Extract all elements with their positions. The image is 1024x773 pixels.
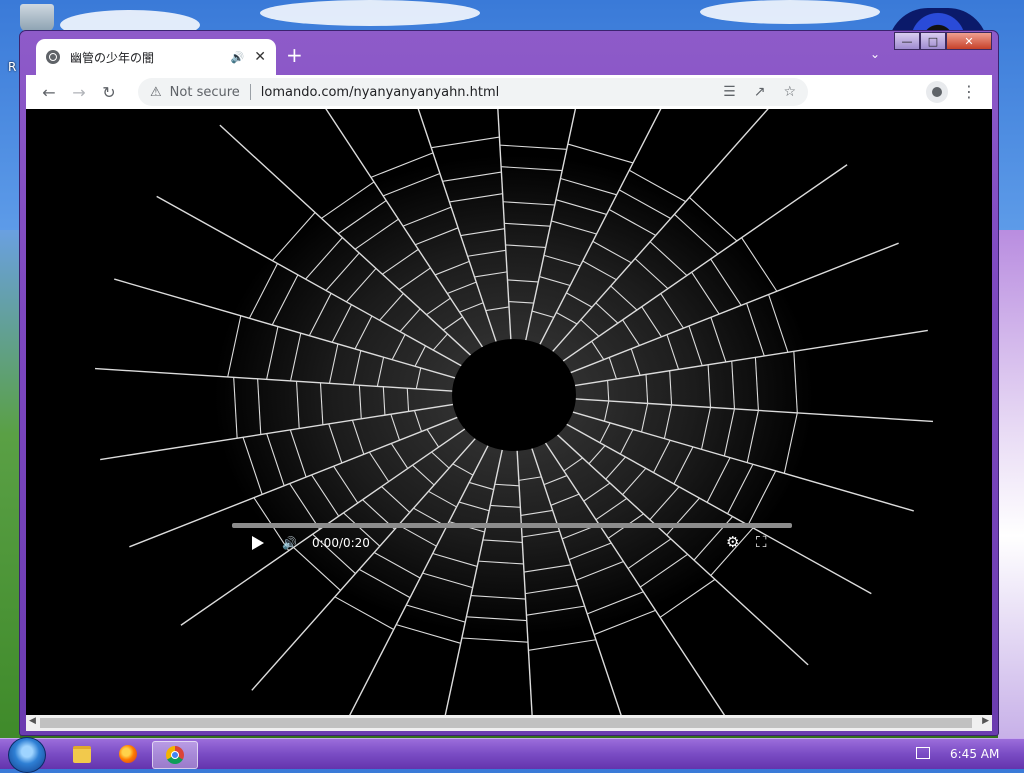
- security-label[interactable]: Not secure: [170, 85, 240, 100]
- translate-icon[interactable]: ☰: [723, 84, 736, 100]
- tab-title: 幽管の少年の闇: [70, 50, 155, 65]
- taskbar: 6:45 AM: [0, 737, 1024, 773]
- desktop-wallpaper-left: [0, 230, 20, 740]
- desktop-icon-label: R: [8, 60, 17, 74]
- tab-active[interactable]: 幽管の少年の闇 🔊 ✕: [36, 39, 276, 75]
- shattered-glass-image: [94, 109, 934, 715]
- address-bar[interactable]: ⚠ Not secure lomando.com/nyanyanyanyahn.…: [138, 78, 808, 106]
- reload-icon[interactable]: ↻: [94, 83, 124, 102]
- back-arrow-icon[interactable]: ←: [34, 83, 64, 102]
- share-icon[interactable]: ↗: [754, 84, 766, 100]
- new-tab-button[interactable]: +: [286, 45, 303, 65]
- horizontal-scrollbar[interactable]: ◀ ▶: [26, 715, 992, 731]
- cloud-decoration: [700, 0, 880, 24]
- browser-window: — □ ✕ 幽管の少年の闇 🔊 ✕ + ⌄ ← → ↻ ⚠ Not secure…: [19, 30, 999, 736]
- folder-icon: [73, 745, 91, 763]
- kebab-menu-icon[interactable]: ⋮: [961, 82, 977, 101]
- fullscreen-icon[interactable]: ⛶: [756, 533, 767, 551]
- cloud-decoration: [260, 0, 480, 26]
- network-icon[interactable]: [916, 747, 930, 759]
- chrome-icon: [166, 746, 184, 764]
- video-content[interactable]: 🔊 0:00/0:20 ⚙ ⛶: [26, 109, 992, 715]
- close-tab-icon[interactable]: ✕: [254, 49, 266, 65]
- globe-icon: [46, 50, 60, 64]
- speaker-icon[interactable]: 🔊: [231, 51, 245, 64]
- video-progress-bar[interactable]: [232, 523, 792, 528]
- clock[interactable]: 6:45 AM: [950, 747, 999, 761]
- maximize-button[interactable]: □: [920, 32, 946, 50]
- close-window-button[interactable]: ✕: [946, 32, 992, 50]
- firefox-icon: [119, 745, 137, 763]
- scrollbar-thumb[interactable]: [40, 718, 972, 728]
- window-controls: — □ ✕: [894, 32, 992, 50]
- star-icon[interactable]: ☆: [783, 84, 796, 100]
- play-icon[interactable]: [252, 536, 264, 550]
- profile-icon[interactable]: [926, 81, 948, 103]
- browser-toolbar: ← → ↻ ⚠ Not secure lomando.com/nyanyanya…: [26, 75, 992, 109]
- recycle-bin-icon[interactable]: [20, 4, 54, 32]
- volume-icon[interactable]: 🔊: [282, 536, 297, 550]
- desktop-wallpaper-right: [998, 230, 1024, 740]
- minimize-button[interactable]: —: [894, 32, 920, 50]
- forward-arrow-icon[interactable]: →: [64, 83, 94, 102]
- settings-gear-icon[interactable]: ⚙: [726, 533, 739, 551]
- omnibox-actions: ☰ ↗ ☆: [723, 84, 796, 100]
- video-time: 0:00/0:20: [312, 536, 370, 550]
- warning-icon: ⚠: [150, 84, 162, 100]
- taskbar-firefox[interactable]: [106, 741, 150, 767]
- scroll-left-icon[interactable]: ◀: [29, 716, 36, 726]
- taskbar-chrome[interactable]: [152, 741, 198, 769]
- url-text[interactable]: lomando.com/nyanyanyanyahn.html: [261, 85, 500, 100]
- divider: [249, 84, 251, 100]
- chevron-down-icon[interactable]: ⌄: [870, 47, 880, 61]
- taskbar-file-explorer[interactable]: [60, 741, 104, 767]
- scroll-right-icon[interactable]: ▶: [982, 716, 989, 726]
